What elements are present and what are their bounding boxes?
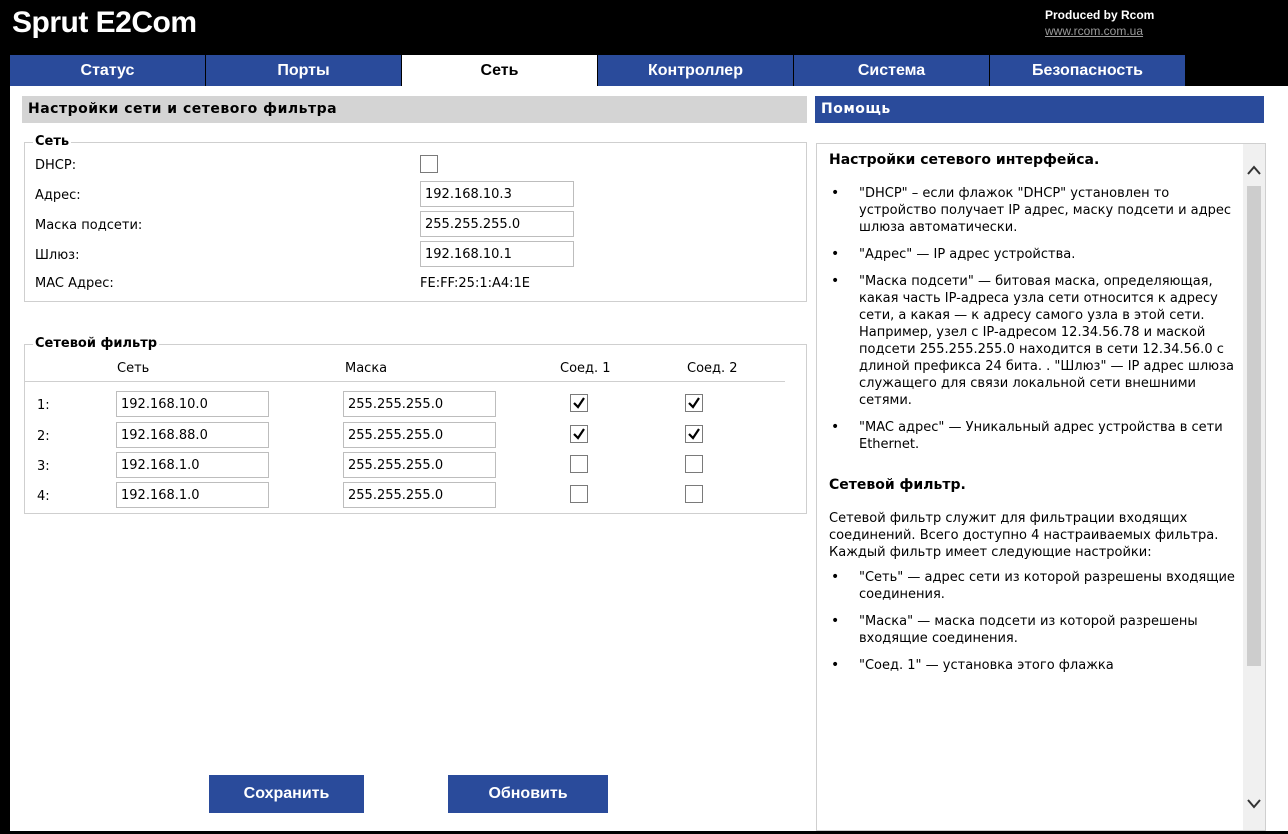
filter-conn1-checkbox[interactable] [570, 455, 588, 473]
help-list-filter: "Сеть" — адрес сети из которой разрешены… [829, 569, 1237, 674]
filter-legend: Сетевой фильтр [33, 336, 160, 352]
filter-fieldset: Сетевой фильтр Сеть Маска Соед. 1 Соед. … [24, 336, 807, 514]
app-window: Sprut E2Com Produced by Rcom www.rcom.co… [0, 0, 1288, 834]
filter-row-index: 2: [37, 429, 50, 444]
col-network: Сеть [117, 361, 150, 376]
main-tabs: Статус Порты Сеть Контроллер Система Без… [10, 55, 1186, 86]
gateway-label: Шлюз: [35, 248, 80, 263]
chevron-up-icon[interactable] [1245, 162, 1263, 180]
help-list-network: "DHCP" – если флажок "DHCP" установлен т… [829, 185, 1237, 453]
brand-title: Sprut E2Com [12, 6, 197, 39]
filter-mask-input[interactable] [343, 482, 496, 508]
header-divider [25, 381, 785, 382]
filter-conn1-checkbox[interactable] [570, 485, 588, 503]
help-paragraph: Сетевой фильтр служит для фильтрации вхо… [829, 511, 1219, 560]
tab-controller[interactable]: Контроллер [598, 55, 793, 86]
dhcp-checkbox[interactable] [420, 155, 438, 173]
tab-security[interactable]: Безопасность [990, 55, 1185, 86]
check-icon [688, 428, 700, 440]
check-icon [688, 397, 700, 409]
filter-network-input[interactable] [116, 452, 269, 478]
col-conn2: Соед. 2 [687, 361, 738, 376]
tab-ports[interactable]: Порты [206, 55, 401, 86]
network-legend: Сеть [33, 134, 72, 150]
network-fieldset: Сеть DHCP: Адрес: Маска подсети: Шлюз: M… [24, 134, 807, 302]
help-heading-network: Настройки сетевого интерфейса. [829, 152, 1100, 168]
tab-status[interactable]: Статус [10, 55, 205, 86]
chevron-down-icon[interactable] [1245, 794, 1263, 812]
mask-label: Маска подсети: [35, 218, 143, 233]
section-title: Настройки сети и сетевого фильтра [22, 96, 807, 123]
save-button[interactable]: Сохранить [209, 775, 364, 813]
help-heading-filter: Сетевой фильтр. [829, 477, 966, 493]
col-conn1: Соед. 1 [560, 361, 611, 376]
filter-conn2-checkbox[interactable] [685, 455, 703, 473]
filter-conn1-checkbox[interactable] [570, 425, 588, 443]
refresh-button[interactable]: Обновить [448, 775, 608, 813]
help-item: "DHCP" – если флажок "DHCP" установлен т… [829, 185, 1237, 236]
check-icon [573, 428, 585, 440]
help-panel[interactable]: Настройки сетевого интерфейса. "DHCP" – … [816, 143, 1266, 831]
help-item: "Маска" — маска подсети из которой разре… [829, 613, 1237, 647]
filter-network-input[interactable] [116, 422, 269, 448]
mac-label: MAC Адрес: [35, 276, 114, 291]
filter-conn2-checkbox[interactable] [685, 394, 703, 412]
gateway-input[interactable] [420, 241, 574, 267]
filter-mask-input[interactable] [343, 422, 496, 448]
filter-conn2-checkbox[interactable] [685, 425, 703, 443]
mac-value: FE:FF:25:1:A4:1E [420, 276, 530, 291]
producer-label: Produced by Rcom [1045, 8, 1155, 22]
help-item: "Адрес" — IP адрес устройства. [829, 246, 1237, 263]
filter-row-index: 3: [37, 459, 50, 474]
address-input[interactable] [420, 181, 574, 207]
check-icon [573, 397, 585, 409]
filter-mask-input[interactable] [343, 391, 496, 417]
filter-conn1-checkbox[interactable] [570, 394, 588, 412]
mask-input[interactable] [420, 211, 574, 237]
filter-mask-input[interactable] [343, 452, 496, 478]
filter-row-index: 4: [37, 489, 50, 504]
scroll-thumb[interactable] [1247, 186, 1261, 666]
content-area: Настройки сети и сетевого фильтра Помощь… [10, 86, 1288, 831]
tab-network[interactable]: Сеть [402, 55, 597, 86]
help-item: "Соед. 1" — установка этого флажка [829, 657, 1237, 674]
address-label: Адрес: [35, 188, 81, 203]
tab-system[interactable]: Система [794, 55, 989, 86]
col-mask: Маска [345, 361, 388, 376]
filter-row-index: 1: [37, 398, 50, 413]
filter-network-input[interactable] [116, 482, 269, 508]
producer-link[interactable]: www.rcom.com.ua [1045, 23, 1154, 39]
producer-info: Produced by Rcom www.rcom.com.ua [1045, 7, 1154, 39]
help-item: "Сеть" — адрес сети из которой разрешены… [829, 569, 1237, 603]
filter-network-input[interactable] [116, 391, 269, 417]
help-content: Настройки сетевого интерфейса. "DHCP" – … [829, 152, 1237, 684]
help-item: "Маска подсети" — битовая маска, определ… [829, 273, 1237, 409]
filter-conn2-checkbox[interactable] [685, 485, 703, 503]
help-item: "MAC адрес" — Уникальный адрес устройств… [829, 419, 1237, 453]
help-scrollbar[interactable] [1243, 144, 1265, 830]
dhcp-label: DHCP: [35, 158, 77, 173]
help-title: Помощь [815, 96, 1264, 123]
